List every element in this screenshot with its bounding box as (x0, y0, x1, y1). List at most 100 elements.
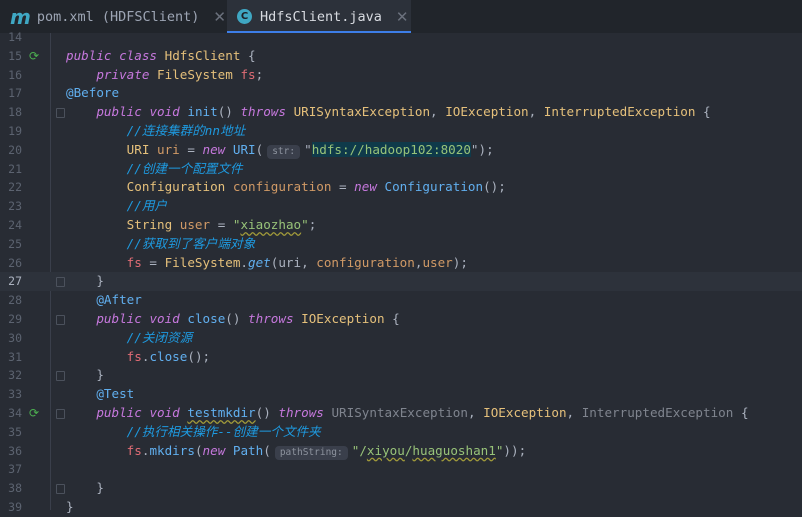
line-number[interactable]: 34 (0, 404, 22, 423)
code-token: IOException (445, 104, 529, 120)
line-number[interactable]: 15 (0, 47, 22, 66)
code-token: String (126, 217, 173, 232)
code-line[interactable]: 15 ⟳ public class HdfsClient { (0, 47, 802, 66)
code-token: IOException (301, 311, 385, 326)
fold-marker-icon[interactable] (56, 409, 65, 419)
code-token: fs (126, 254, 142, 270)
line-number[interactable]: 20 (0, 141, 22, 160)
code-line[interactable]: 30 //关闭资源 (0, 329, 802, 348)
line-number[interactable]: 23 (0, 197, 22, 216)
line-number[interactable]: 14 (0, 28, 22, 47)
code-token: class (119, 47, 158, 63)
code-line[interactable]: 14 (0, 28, 802, 47)
line-number[interactable]: 25 (0, 235, 22, 254)
line-number[interactable]: 27 (0, 272, 22, 291)
code-text: @Before (66, 84, 119, 103)
code-token: mkdirs (149, 442, 195, 458)
code-text: fs.mkdirs(new Path(pathString: "/xiyou/hu… (66, 442, 526, 461)
code-token: xiyou (366, 442, 405, 458)
code-token: user (179, 217, 211, 232)
line-number[interactable]: 18 (0, 103, 22, 122)
line-number[interactable]: 35 (0, 423, 22, 442)
code-token: Path (232, 442, 264, 458)
code-token: IOException (483, 405, 567, 420)
code-line[interactable]: 32 } (0, 366, 802, 385)
fold-marker-icon[interactable] (56, 371, 65, 382)
close-icon[interactable]: ✕ (396, 8, 409, 26)
line-number[interactable]: 39 (0, 498, 22, 517)
code-editor[interactable]: 14 15 ⟳ public class HdfsClient {16 private… (0, 30, 802, 514)
line-number[interactable]: 36 (0, 442, 22, 461)
line-number[interactable]: 32 (0, 366, 22, 385)
code-token: " (301, 217, 309, 232)
code-line[interactable]: 27 } (0, 272, 802, 292)
code-line[interactable]: 22 Configuration configuration = new Con… (0, 178, 802, 197)
line-number[interactable]: 38 (0, 479, 22, 498)
code-token: = (179, 141, 203, 157)
code-line[interactable]: 16 private FileSystem fs; (0, 66, 802, 85)
code-token: public (96, 405, 142, 420)
code-line[interactable]: 34 ⟳ public void testmkdir() throws URISy… (0, 404, 802, 423)
line-number[interactable]: 26 (0, 254, 22, 273)
code-token: throws (278, 405, 324, 420)
code-line[interactable]: 35 //执行相关操作--创建一个文件夹 (0, 423, 802, 442)
fold-marker-icon[interactable] (56, 484, 65, 495)
close-icon[interactable]: ✕ (213, 8, 226, 26)
code-line[interactable]: 36 fs.mkdirs(new Path(pathString: "/xiyou… (0, 442, 802, 461)
line-number[interactable]: 33 (0, 385, 22, 404)
code-line[interactable]: 18 public void init() throws URISyntaxEx… (0, 103, 802, 122)
code-line[interactable]: 26 fs = FileSystem.get(uri, configuratio… (0, 254, 802, 273)
code-line[interactable]: 39} (0, 498, 802, 517)
fold-marker-icon[interactable] (56, 315, 65, 325)
code-line[interactable]: 33 @Test (0, 385, 802, 404)
code-token: user (422, 254, 453, 270)
code-line[interactable]: 29 public void close() throws IOExceptio… (0, 310, 802, 329)
code-line[interactable]: 25 //获取到了客户端对象 (0, 235, 802, 254)
line-number[interactable]: 28 (0, 291, 22, 310)
code-line[interactable]: 21 //创建一个配置文件 (0, 160, 802, 179)
code-token: throws (248, 311, 294, 326)
code-line[interactable]: 19 //连接集群的nn地址 (0, 122, 802, 141)
code-line[interactable]: 38 } (0, 479, 802, 498)
code-token: } (66, 273, 104, 289)
line-number[interactable]: 22 (0, 178, 22, 197)
code-line[interactable]: 20 URI uri = new URI(str: "hdfs://hadoop1… (0, 141, 802, 160)
code-line[interactable]: 24 String user = "xiaozhao"; (0, 216, 802, 235)
parameter-hint: pathString: (274, 445, 348, 460)
code-token: new (354, 179, 377, 195)
code-token: //创建一个配置文件 (126, 160, 243, 176)
code-token: get (248, 254, 271, 270)
line-number[interactable]: 16 (0, 66, 22, 85)
code-line[interactable]: 37 (0, 460, 802, 479)
code-line[interactable]: 28 @After (0, 291, 802, 310)
code-token: throws (240, 104, 286, 120)
line-number[interactable]: 31 (0, 348, 22, 367)
code-line[interactable]: 31 fs.close(); (0, 348, 802, 367)
line-number[interactable]: 30 (0, 329, 22, 348)
line-number[interactable]: 21 (0, 160, 22, 179)
code-token: close (187, 311, 226, 326)
fold-marker-icon[interactable] (56, 108, 65, 119)
line-number[interactable]: 17 (0, 84, 22, 103)
code-token: Configuration (384, 179, 484, 195)
line-number[interactable]: 29 (0, 310, 22, 329)
line-number[interactable]: 24 (0, 216, 22, 235)
code-line[interactable]: 17 @Before (0, 84, 802, 103)
line-number[interactable]: 37 (0, 460, 22, 479)
run-gutter-icon[interactable]: ⟳ (29, 404, 39, 423)
run-gutter-icon[interactable]: ⟳ (29, 47, 39, 66)
code-token: "/ (351, 442, 367, 458)
code-line[interactable]: 23 //用户 (0, 197, 802, 216)
fold-marker-icon[interactable] (56, 277, 65, 288)
code-token: uri (157, 141, 180, 157)
code-token: . (240, 254, 249, 270)
line-number[interactable]: 19 (0, 122, 22, 141)
